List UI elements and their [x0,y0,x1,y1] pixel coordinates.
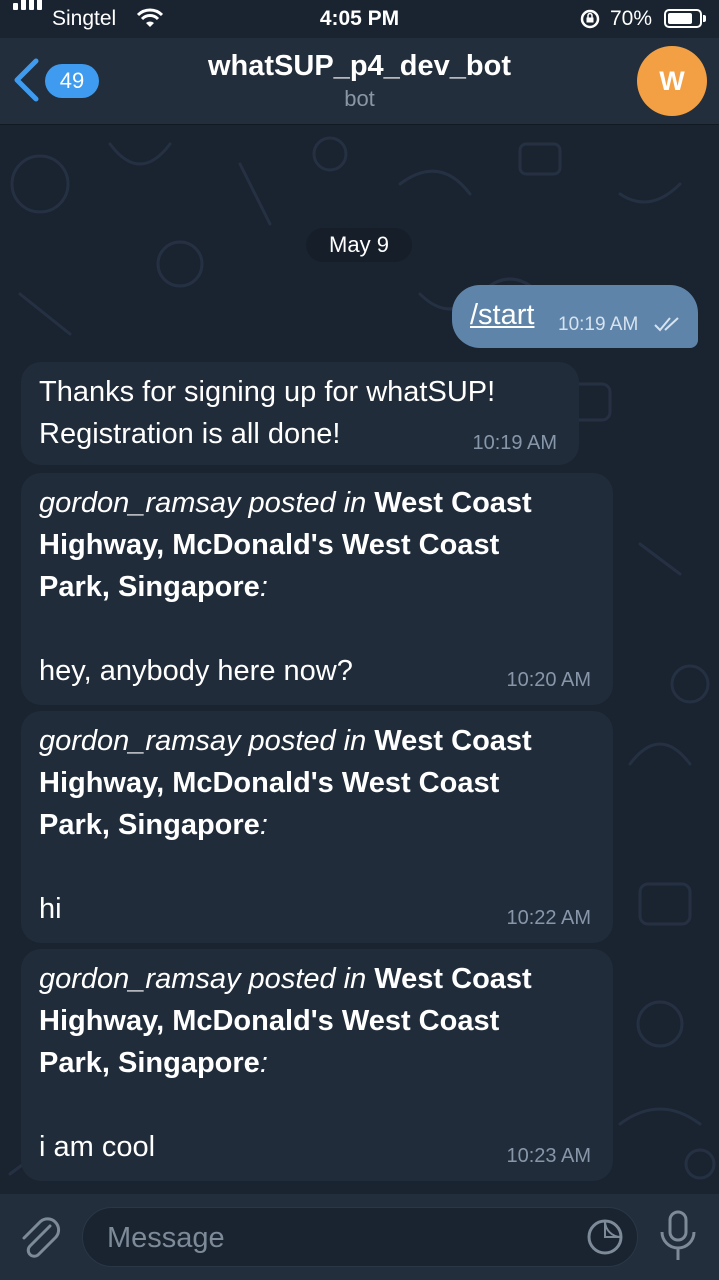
microphone-icon[interactable] [656,1210,700,1262]
post-author: gordon_ramsay posted in [39,487,375,519]
post-location: Park, Singapore [39,571,260,603]
message-text: Thanks for signing up for whatSUP! Regis… [39,371,495,455]
incoming-message[interactable]: gordon_ramsay posted in West Coast Highw… [21,473,613,705]
post-location: Highway, McDonald's West Coast [39,529,500,561]
message-line: Registration is all done! [39,418,341,450]
message-time: 10:20 AM [506,669,591,691]
post-location: Park, Singapore [39,1047,260,1079]
post-header-line: Park, Singapore: [39,566,532,608]
incoming-message[interactable]: Thanks for signing up for whatSUP! Regis… [21,362,579,465]
post-body: hi [39,893,62,925]
avatar[interactable]: W [637,46,707,116]
post-body: hey, anybody here now? [39,655,353,687]
post-colon: : [259,571,268,603]
message-time: 10:22 AM [506,907,591,929]
post-location: West Coast [374,725,532,757]
message-input-bar [0,1194,719,1280]
chat-subtitle: bot [344,86,375,111]
sticker-icon[interactable] [584,1216,626,1258]
post-header-line: Park, Singapore: [39,1042,532,1084]
post-header-line: gordon_ramsay posted in West Coast [39,720,532,762]
post-header-line: Park, Singapore: [39,804,532,846]
paperclip-icon[interactable] [16,1212,64,1262]
message-time: 10:23 AM [506,1145,591,1167]
message-text: gordon_ramsay posted in West Coast Highw… [39,958,532,1168]
battery-tip [703,15,706,22]
post-body: i am cool [39,1131,156,1163]
post-location: Park, Singapore [39,809,260,841]
command-link[interactable]: /start [470,299,534,332]
outgoing-message[interactable]: /start 10:19 AM [452,285,698,348]
message-time: 10:19 AM [558,314,639,335]
status-bar: Singtel 4:05 PM 70% [0,0,719,38]
message-input-field[interactable] [82,1207,638,1268]
battery-percentage: 70% [610,7,653,30]
post-location: Highway, McDonald's West Coast [39,767,500,799]
date-separator: May 9 [306,228,412,262]
post-location: West Coast [374,963,532,995]
incoming-message[interactable]: gordon_ramsay posted in West Coast Highw… [21,711,613,943]
message-text: gordon_ramsay posted in West Coast Highw… [39,720,532,930]
chat-header: 49 whatSUP_p4_dev_bot bot W [0,38,719,125]
message-line: Thanks for signing up for whatSUP! [39,376,496,408]
post-location: Highway, McDonald's West Coast [39,1005,500,1037]
rotation-lock-icon [580,9,600,29]
message-input[interactable] [105,1208,569,1268]
post-header-line: gordon_ramsay posted in West Coast [39,958,532,1000]
chat-title[interactable]: whatSUP_p4_dev_bot [0,50,719,83]
post-author: gordon_ramsay posted in [39,963,375,995]
post-colon: : [259,809,268,841]
post-location: West Coast [374,487,532,519]
post-author: gordon_ramsay posted in [39,725,375,757]
message-text: gordon_ramsay posted in West Coast Highw… [39,482,532,692]
post-header-line: gordon_ramsay posted in West Coast [39,482,532,524]
double-check-icon [654,317,679,332]
message-time: 10:19 AM [472,432,557,454]
post-colon: : [259,1047,268,1079]
incoming-message[interactable]: gordon_ramsay posted in West Coast Highw… [21,949,613,1181]
battery-icon [664,9,702,28]
